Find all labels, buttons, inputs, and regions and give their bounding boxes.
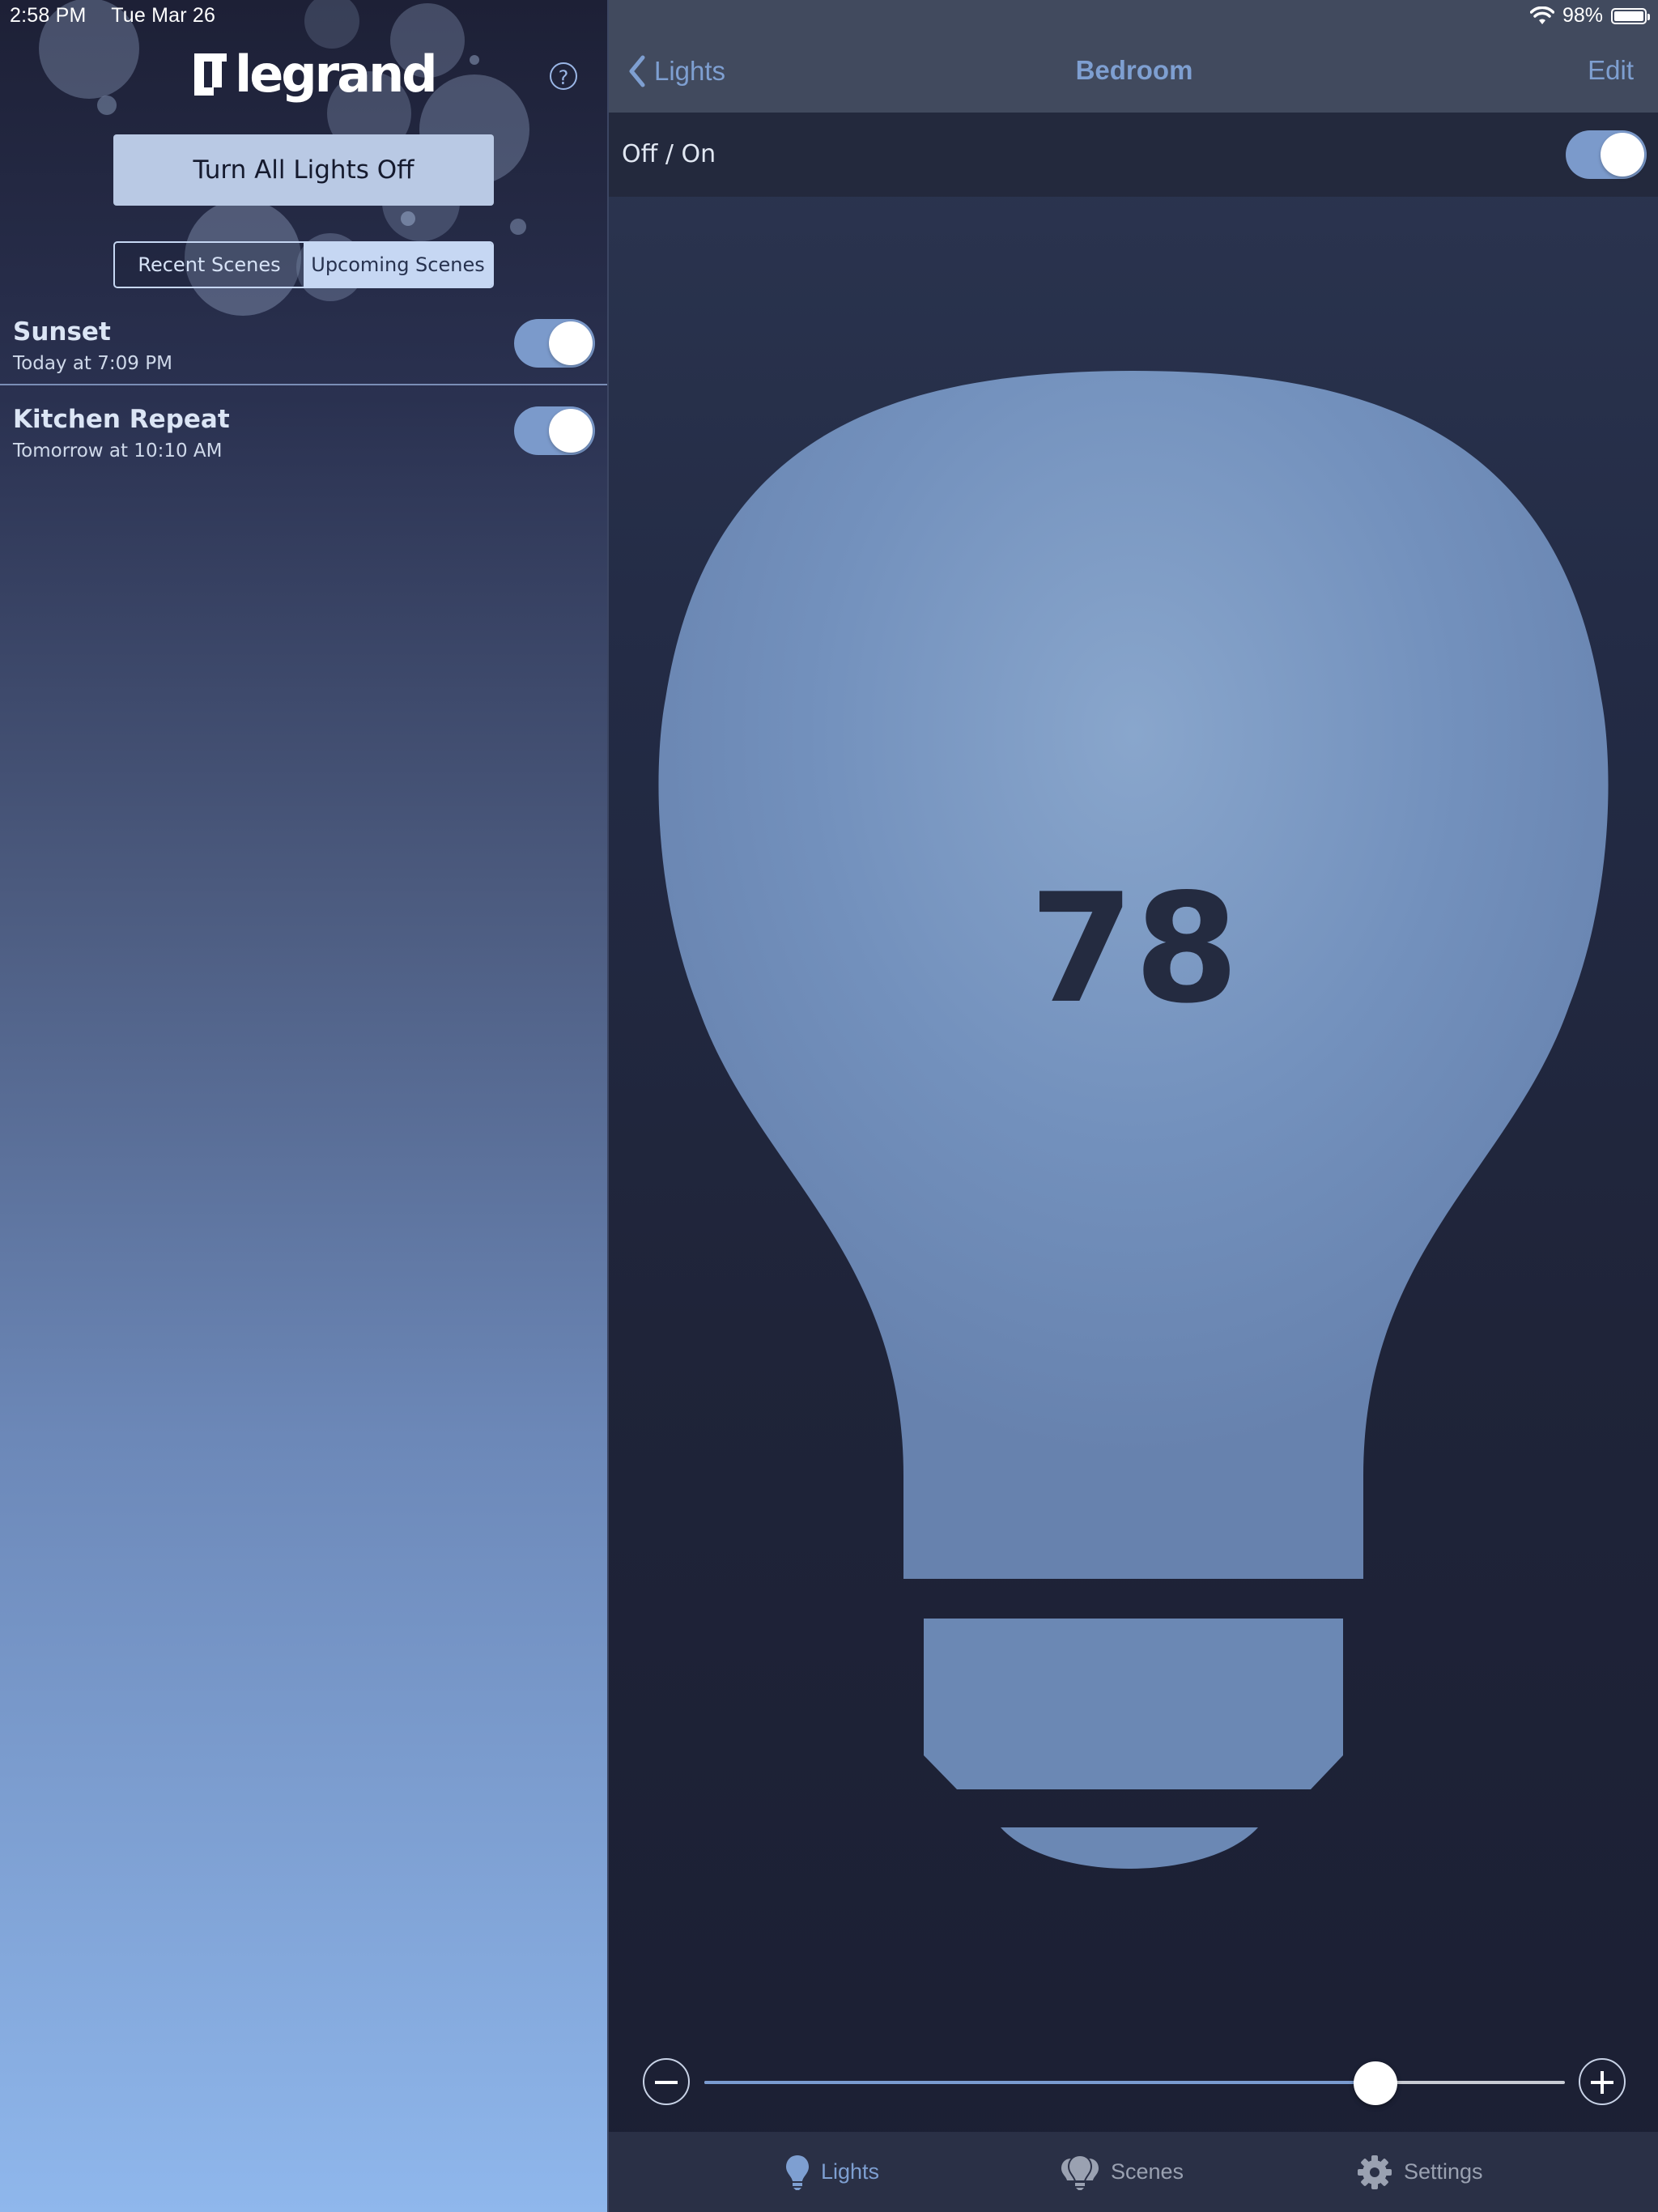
scene-name: Sunset (13, 317, 111, 347)
battery-percent: 98% (1562, 4, 1603, 27)
status-time: 2:58 PM (10, 4, 87, 27)
wifi-icon (1529, 6, 1554, 24)
decrease-brightness-button[interactable] (643, 2058, 690, 2105)
legrand-logo: legrand (194, 45, 438, 104)
edit-button[interactable]: Edit (1588, 55, 1634, 86)
increase-brightness-button[interactable] (1579, 2058, 1626, 2105)
power-row: Off / On (609, 113, 1658, 197)
status-indicators: 98% (1529, 4, 1650, 28)
tab-bar: Lights Scenes Settings (609, 2132, 1658, 2212)
scene-segment-control: Recent Scenes Upcoming Scenes (113, 241, 494, 288)
tab-label: Lights (821, 2159, 880, 2184)
scenes-bulbs-icon (1061, 2154, 1099, 2190)
page-title: Bedroom (1075, 55, 1193, 85)
gear-icon (1358, 2155, 1392, 2189)
bulb-graphic (658, 371, 1609, 1869)
logo-text: legrand (235, 45, 438, 104)
brightness-slider[interactable] (704, 2061, 1565, 2105)
slider-thumb[interactable] (1354, 2061, 1398, 2105)
light-detail-panel: Lights Bedroom Edit Off / On 78 Lights S… (607, 0, 1658, 2212)
help-button[interactable]: ? (550, 62, 577, 90)
scene-name: Kitchen Repeat (13, 405, 230, 434)
legrand-mark-icon (194, 53, 227, 96)
scene-item-sunset[interactable]: Sunset Today at 7:09 PM (0, 313, 607, 400)
slider-fill (704, 2081, 1376, 2084)
brightness-slider-row (609, 2053, 1658, 2110)
turn-all-lights-off-button[interactable]: Turn All Lights Off (113, 134, 494, 206)
brightness-value: 78 (1029, 861, 1239, 1036)
minus-icon (655, 2081, 678, 2084)
scene-toggle-kitchen-repeat[interactable] (514, 406, 595, 455)
question-icon: ? (558, 66, 569, 89)
scene-divider (0, 384, 607, 385)
segment-upcoming-scenes[interactable]: Upcoming Scenes (304, 243, 492, 287)
scene-time: Tomorrow at 10:10 AM (13, 440, 223, 462)
segment-recent-scenes[interactable]: Recent Scenes (115, 243, 304, 287)
status-bar: 2:58 PM Tue Mar 26 98% (0, 0, 1658, 32)
tab-scenes[interactable]: Scenes (1061, 2132, 1184, 2212)
brightness-bulb[interactable]: 78 (609, 197, 1658, 2132)
status-time-date: 2:58 PM Tue Mar 26 (10, 4, 235, 28)
status-date: Tue Mar 26 (111, 4, 216, 27)
scenes-sidebar: legrand ? Turn All Lights Off Recent Sce… (0, 0, 607, 2212)
lightbulb-icon (786, 2155, 809, 2190)
battery-icon (1611, 7, 1650, 24)
power-label: Off / On (622, 140, 716, 168)
tab-label: Settings (1404, 2159, 1483, 2184)
tab-label: Scenes (1111, 2159, 1184, 2184)
scene-time: Today at 7:09 PM (13, 353, 172, 374)
power-toggle[interactable] (1566, 130, 1647, 179)
tab-settings[interactable]: Settings (1357, 2132, 1483, 2212)
tab-lights[interactable]: Lights (785, 2132, 879, 2212)
scene-item-kitchen-repeat[interactable]: Kitchen Repeat Tomorrow at 10:10 AM (0, 400, 607, 487)
scene-toggle-sunset[interactable] (514, 319, 595, 368)
